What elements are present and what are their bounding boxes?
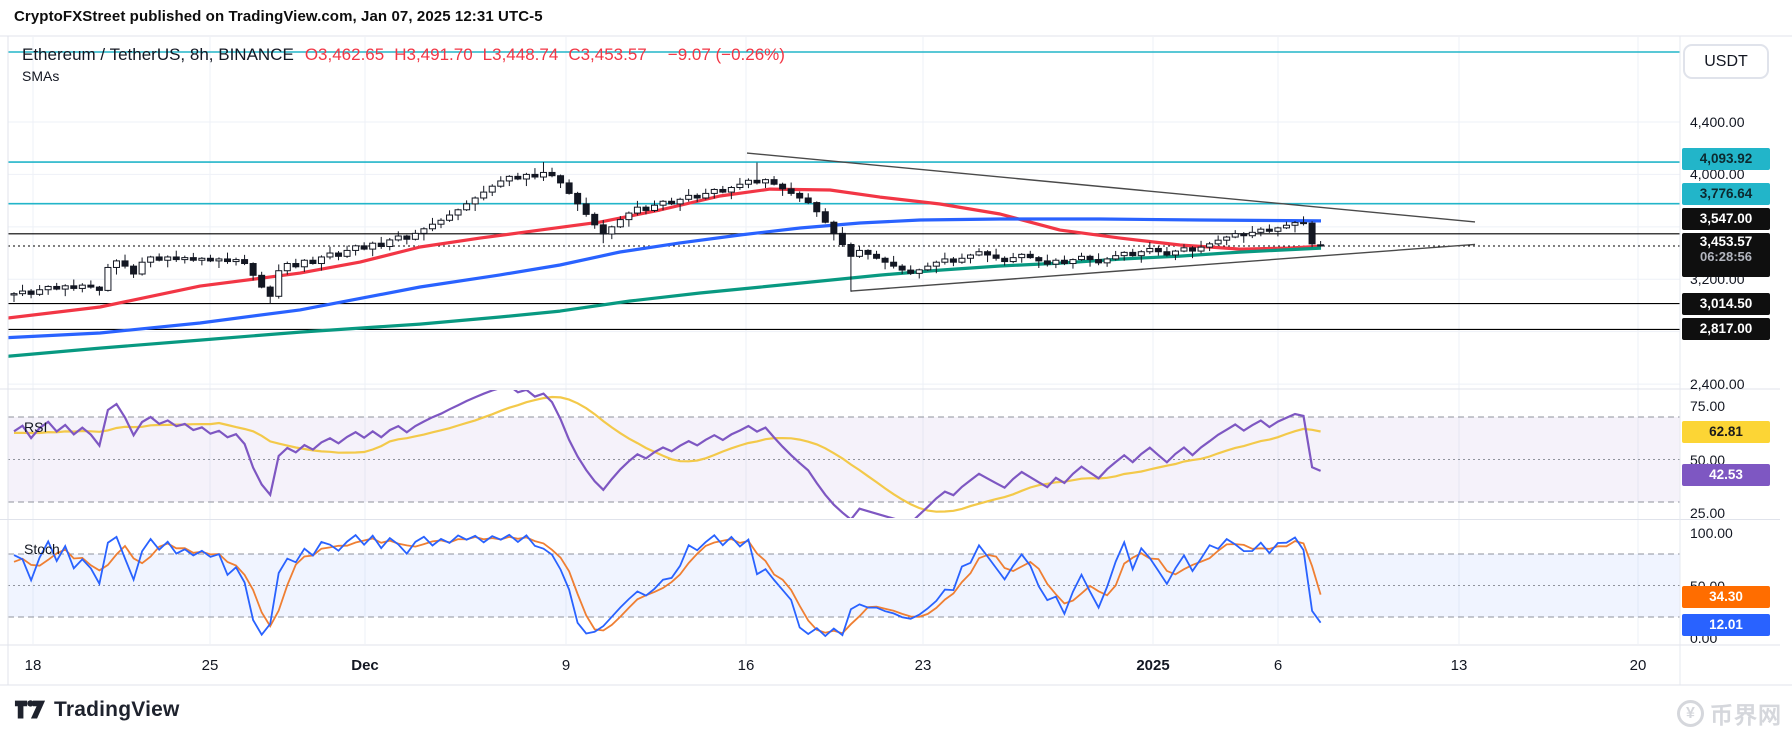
- price-axis[interactable]: USDT 4,400.00 4,000.00 3,200.00 2,400.00 75.…: [1680, 36, 1792, 686]
- time-axis-label: 25: [201, 657, 219, 674]
- site-watermark: ¥ 币界网: [1677, 696, 1782, 730]
- grid-layer: [8, 37, 1680, 644]
- price-level-badge: 3,547.00: [1682, 207, 1770, 230]
- tradingview-logo-text: TradingView: [54, 698, 180, 721]
- stoch-indicator-label[interactable]: Stoch: [24, 541, 60, 557]
- price-level-badge: 3,776.64: [1682, 182, 1770, 205]
- sma-green-line: [8, 246, 1322, 358]
- ohlc-h-value: H3,491.70: [394, 45, 473, 64]
- price-level-badge: 3,014.50: [1682, 292, 1770, 315]
- tradingview-logo-icon: [14, 700, 46, 719]
- time-axis-label: 20: [1629, 657, 1647, 674]
- time-axis-label: 2025: [1136, 657, 1170, 674]
- watermark-coin-icon: ¥: [1677, 699, 1704, 727]
- rsi-pane-layer: [8, 390, 1680, 518]
- chart-area[interactable]: Ethereum / TetherUS, 8h, BINANCE O3,462.…: [0, 35, 1792, 686]
- chart-canvas: [0, 35, 1792, 686]
- ohlc-values: O3,462.65 H3,491.70 L3,448.74 C3,453.57: [305, 45, 657, 65]
- price-level-badge: 2,817.00: [1682, 318, 1770, 341]
- ohlc-l-value: L3,448.74: [482, 45, 559, 64]
- rsi-indicator-label[interactable]: RSI: [24, 419, 47, 435]
- rsi-axis-label: 25.00: [1690, 504, 1726, 521]
- tradingview-snapshot: CryptoFXStreet published on TradingView.…: [0, 0, 1792, 738]
- tradingview-logo[interactable]: TradingView: [14, 698, 180, 722]
- stoch-pane-layer: [8, 533, 1680, 638]
- time-axis-label: 18: [24, 657, 42, 674]
- symbol-title-row: Ethereum / TetherUS, 8h, BINANCE O3,462.…: [22, 45, 785, 65]
- ohlc-o-value: O3,462.65: [304, 45, 385, 64]
- time-axis-label: 13: [1450, 657, 1468, 674]
- change-value: −9.07 (−0.26%): [667, 45, 785, 64]
- price-axis-label: 4,400.00: [1690, 113, 1745, 130]
- time-axis-label: 16: [737, 657, 755, 674]
- price-level-badge: 4,093.92: [1682, 148, 1770, 171]
- candles-layer: [10, 162, 1325, 304]
- stoch-value-badge: 34.30: [1682, 585, 1770, 608]
- stoch-axis-label: 100.00: [1690, 525, 1733, 541]
- time-axis-label: 9: [561, 657, 571, 674]
- time-axis[interactable]: 18 25 Dec 9 16 23 2025 6 13 20: [0, 645, 1680, 685]
- time-axis-label: Dec: [351, 657, 379, 674]
- trendline: [850, 243, 1476, 292]
- rsi-axis-label: 75.00: [1690, 398, 1726, 415]
- rsi-value-badge: 62.81: [1682, 421, 1770, 444]
- trendline: [746, 152, 1476, 223]
- time-axis-label: 23: [914, 657, 932, 674]
- currency-toggle-button[interactable]: USDT: [1683, 44, 1769, 79]
- ohlc-c-value: C3,453.57: [568, 45, 647, 64]
- time-axis-label: 6: [1273, 657, 1283, 674]
- rsi-value-badge: 42.53: [1682, 464, 1770, 487]
- footer: TradingView ¥ 币界网: [0, 688, 1792, 738]
- symbol-title[interactable]: Ethereum / TetherUS, 8h, BINANCE: [22, 45, 294, 65]
- watermark-text: 币界网: [1710, 702, 1782, 728]
- current-price-badge: 3,453.57 06:28:56: [1682, 233, 1770, 278]
- stoch-value-badge: 12.01: [1682, 614, 1770, 637]
- bar-countdown: 06:28:56: [1699, 249, 1753, 265]
- smas-indicator-label[interactable]: SMAs: [22, 68, 59, 84]
- price-axis-label: 2,400.00: [1690, 376, 1745, 393]
